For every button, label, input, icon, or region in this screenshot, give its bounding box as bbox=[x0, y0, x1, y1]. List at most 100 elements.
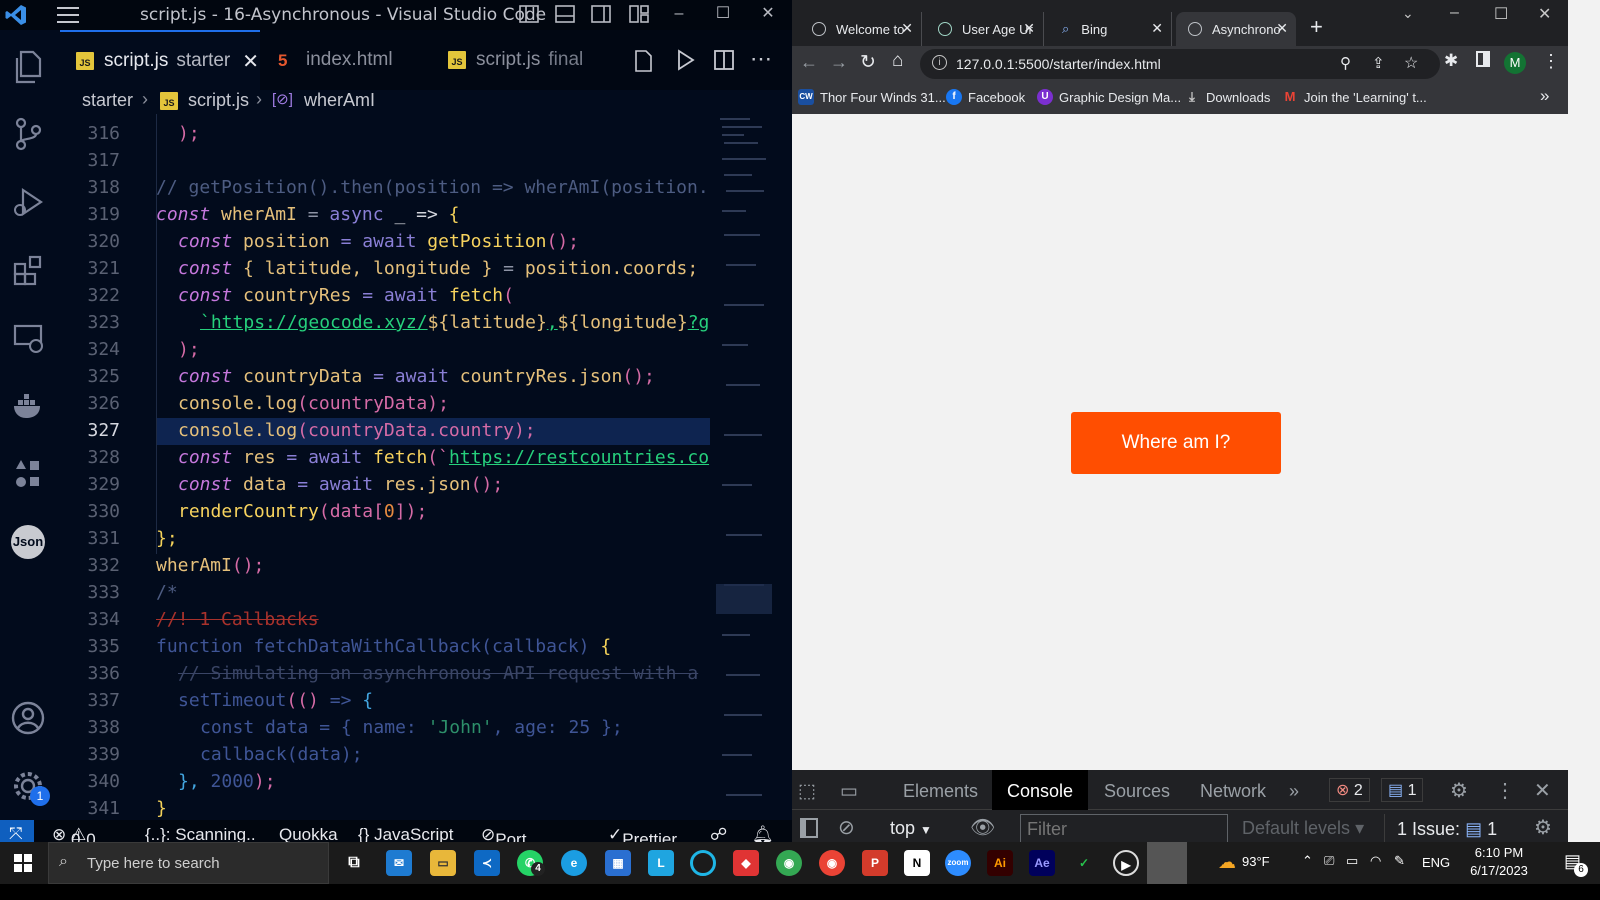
pen-icon[interactable]: ✎ bbox=[1394, 853, 1405, 869]
bookmark-item[interactable]: M Join the 'Learning' t... bbox=[1282, 89, 1427, 105]
bookmark-star-icon[interactable]: ☆ bbox=[1404, 53, 1418, 73]
tab-index-html[interactable]: 5 index.html bbox=[262, 30, 430, 90]
cortana-icon[interactable] bbox=[690, 850, 716, 876]
toggle-panel-icon[interactable] bbox=[554, 4, 576, 24]
illustrator-icon[interactable]: Ai bbox=[987, 850, 1013, 876]
close-tab-icon[interactable]: ✕ bbox=[1151, 20, 1163, 37]
whatsapp-icon[interactable]: ✆ 4 bbox=[517, 850, 545, 876]
tab-script-final[interactable]: JS script.js final bbox=[432, 30, 612, 90]
device-icon[interactable]: ⎚ bbox=[1324, 853, 1334, 869]
clock-date[interactable]: 6/17/2023 bbox=[1456, 863, 1542, 878]
context-selector[interactable]: top ▼ bbox=[890, 818, 932, 839]
source-control-icon[interactable] bbox=[6, 112, 50, 156]
issues-button[interactable]: 1 Issue: ▤ 1 bbox=[1384, 814, 1497, 844]
close-tab-icon[interactable]: ✕ bbox=[1023, 20, 1035, 37]
minimize-icon[interactable]: – bbox=[668, 4, 690, 24]
chrome-profile-icon[interactable]: ◉ bbox=[819, 850, 845, 876]
notification-center-icon[interactable]: ▤ 6 bbox=[1564, 851, 1588, 877]
clear-console-icon[interactable]: ⊘ bbox=[838, 815, 855, 840]
address-bar[interactable]: i 127.0.0.1:5500/starter/index.html ⚲ ⇪ … bbox=[920, 49, 1440, 79]
side-panel-icon[interactable] bbox=[1476, 51, 1490, 67]
where-am-i-button[interactable]: Where am I? bbox=[1071, 412, 1281, 474]
toggle-secondary-sidebar-icon[interactable] bbox=[590, 4, 612, 24]
show-hidden-icons[interactable]: ⌃ bbox=[1302, 853, 1313, 869]
p-app-icon[interactable]: P bbox=[862, 850, 888, 876]
close-devtools-icon[interactable]: ✕ bbox=[1534, 778, 1551, 803]
activity-app-icon[interactable]: ✓ bbox=[1071, 850, 1097, 876]
breadcrumb-folder[interactable]: starter bbox=[82, 90, 133, 111]
bookmark-item[interactable]: CW Thor Four Winds 31... bbox=[798, 89, 946, 105]
reload-icon[interactable]: ↻ bbox=[860, 51, 876, 74]
anydesk-icon[interactable]: ◆ bbox=[733, 850, 759, 876]
maximize-icon[interactable]: ☐ bbox=[712, 4, 734, 24]
more-actions-icon[interactable]: ⋯ bbox=[750, 46, 772, 72]
message-counter[interactable]: ▤ 1 bbox=[1381, 778, 1424, 802]
tab-console[interactable]: Console bbox=[992, 770, 1089, 810]
zoom-icon[interactable]: zoom bbox=[945, 850, 971, 876]
store-icon[interactable]: ▦ bbox=[605, 850, 631, 876]
bookmark-item[interactable]: U Graphic Design Ma... bbox=[1037, 89, 1181, 105]
windows-start-icon[interactable] bbox=[14, 854, 32, 872]
inspect-element-icon[interactable]: ⬚ bbox=[798, 780, 816, 803]
docker-icon[interactable] bbox=[6, 384, 50, 428]
minimap[interactable] bbox=[714, 114, 774, 822]
site-info-icon[interactable]: i bbox=[932, 55, 947, 70]
share-icon[interactable]: ⇪ bbox=[1372, 54, 1385, 72]
wifi-icon[interactable]: ◠ bbox=[1370, 853, 1381, 869]
more-tabs-icon[interactable]: » bbox=[1289, 770, 1299, 810]
tab-script-starter[interactable]: JS script.js starter ✕ bbox=[60, 30, 260, 90]
code-editor[interactable]: 316); 317 318// getPosition().then(posit… bbox=[60, 114, 710, 822]
maximize-icon[interactable]: ☐ bbox=[1494, 4, 1508, 24]
close-tab-icon[interactable]: ✕ bbox=[1276, 20, 1288, 37]
device-toolbar-icon[interactable]: ▭ bbox=[840, 780, 858, 803]
browser-tab[interactable]: ⌕ Bing ✕ bbox=[1050, 12, 1172, 46]
close-tab-icon[interactable]: ✕ bbox=[242, 49, 259, 74]
taskbar-search[interactable]: ⌕ Type here to search bbox=[48, 842, 329, 884]
explorer-icon[interactable] bbox=[6, 44, 50, 88]
tab-search-icon[interactable]: ⌄ bbox=[1402, 5, 1414, 22]
tab-sources[interactable]: Sources bbox=[1104, 770, 1170, 810]
notion-icon[interactable]: N bbox=[904, 850, 930, 876]
file-explorer-icon[interactable]: ▭ bbox=[430, 850, 456, 876]
after-effects-icon[interactable]: Ae bbox=[1029, 850, 1055, 876]
task-view-icon[interactable]: ⧉ bbox=[341, 850, 367, 876]
breadcrumb-symbol[interactable]: wherAmI bbox=[304, 90, 375, 111]
home-icon[interactable]: ⌂ bbox=[892, 50, 903, 72]
error-counter[interactable]: ⊗ 2 bbox=[1329, 778, 1370, 802]
devtools-menu-icon[interactable]: ⋮ bbox=[1495, 778, 1515, 803]
toggle-sidebar-icon[interactable] bbox=[518, 4, 540, 24]
accounts-icon[interactable] bbox=[6, 696, 50, 740]
media-player-icon[interactable]: ▶ bbox=[1113, 850, 1139, 876]
clock-time[interactable]: 6:10 PM bbox=[1464, 845, 1534, 860]
close-tab-icon[interactable]: ✕ bbox=[901, 20, 913, 37]
location-pin-icon[interactable]: ⚲ bbox=[1340, 54, 1351, 72]
console-settings-icon[interactable]: ⚙ bbox=[1534, 815, 1552, 840]
bookmark-item[interactable]: f Facebook bbox=[946, 89, 1025, 105]
minimize-icon[interactable]: – bbox=[1450, 4, 1459, 22]
mail-icon[interactable]: ✉ bbox=[386, 850, 412, 876]
chrome-menu-icon[interactable]: ⋮ bbox=[1542, 51, 1560, 72]
manage-gear-icon[interactable]: 1 bbox=[6, 764, 50, 808]
close-window-icon[interactable]: ✕ bbox=[1538, 4, 1551, 24]
tab-network[interactable]: Network bbox=[1200, 770, 1266, 810]
json-icon[interactable]: Json bbox=[6, 520, 50, 564]
weather-icon[interactable]: ☁ bbox=[1218, 852, 1236, 873]
close-window-icon[interactable]: ✕ bbox=[757, 4, 779, 24]
weather-temp[interactable]: 93°F bbox=[1242, 854, 1270, 869]
customize-layout-icon[interactable] bbox=[628, 4, 650, 24]
new-tab-icon[interactable]: + bbox=[1310, 14, 1323, 40]
open-preview-icon[interactable] bbox=[634, 50, 652, 72]
language-indicator[interactable]: ENG bbox=[1422, 855, 1450, 870]
run-debug-icon[interactable] bbox=[6, 180, 50, 224]
live-expression-icon[interactable]: 👁︎ bbox=[970, 815, 995, 840]
split-editor-icon[interactable] bbox=[713, 49, 735, 71]
devtools-settings-icon[interactable]: ⚙ bbox=[1450, 778, 1468, 803]
browser-tab[interactable]: User Age Ur ✕ bbox=[926, 12, 1044, 46]
profile-avatar[interactable]: M bbox=[1504, 52, 1526, 74]
extensions-puzzle-icon[interactable]: ✱ bbox=[1444, 51, 1458, 71]
menu-icon[interactable] bbox=[56, 6, 80, 24]
log-levels-dropdown[interactable]: Default levels ▾ bbox=[1242, 818, 1364, 839]
extensions-icon[interactable] bbox=[6, 248, 50, 292]
bookmark-item[interactable]: ⤓ Downloads bbox=[1184, 89, 1270, 105]
url-text[interactable]: 127.0.0.1:5500/starter/index.html bbox=[956, 56, 1161, 72]
